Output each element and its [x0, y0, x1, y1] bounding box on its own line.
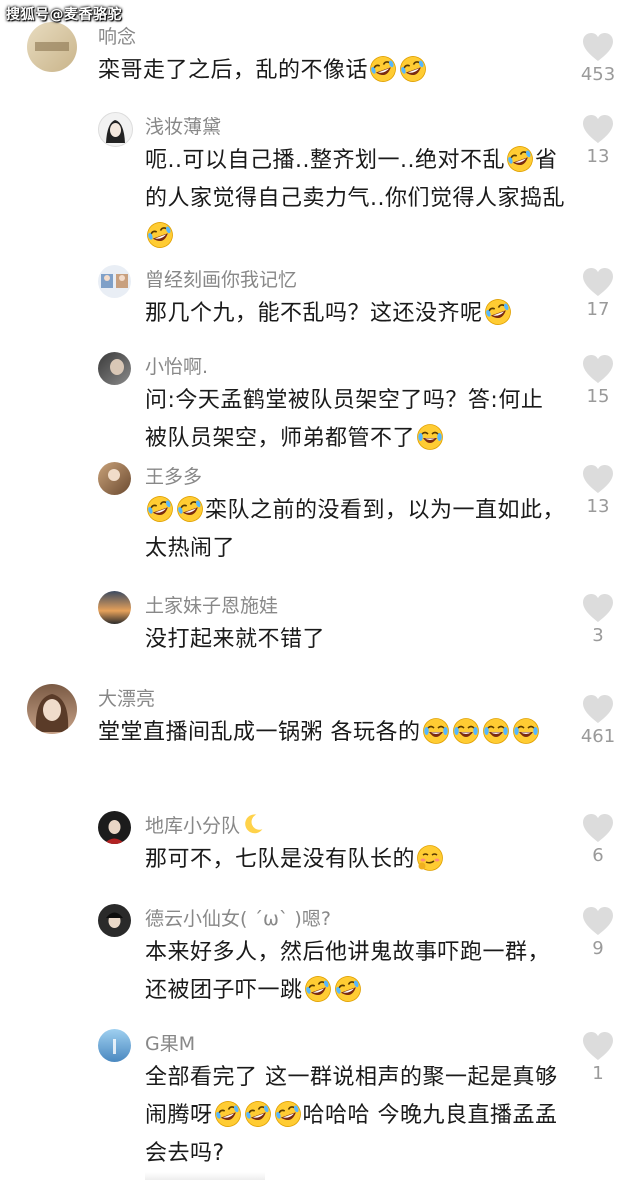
like-count: 13	[586, 146, 610, 167]
avatar[interactable]	[27, 684, 77, 734]
avatar[interactable]	[98, 904, 131, 937]
comment-text: 本来好多人，然后他讲鬼故事吓跑一群，还被团子吓一跳	[145, 934, 565, 1010]
rofl-emoji	[399, 55, 427, 83]
heart-icon	[581, 267, 615, 297]
rofl-emoji	[506, 145, 534, 173]
avatar[interactable]	[98, 1029, 131, 1062]
heart-icon	[581, 114, 615, 144]
like-button[interactable]: 3	[580, 593, 616, 646]
comment-text: 全部看完了 这一群说相声的聚一起是真够闹腾呀 哈哈哈 今晚九良直播孟孟会去吗?	[145, 1065, 558, 1166]
like-button[interactable]: 17	[580, 267, 616, 320]
comment-author-name[interactable]: 响念	[98, 22, 136, 49]
rofl-emoji	[244, 1100, 272, 1128]
heart-icon	[581, 1031, 615, 1061]
like-button[interactable]: 453	[580, 32, 616, 85]
rofl-emoji	[146, 495, 174, 523]
like-count: 3	[592, 625, 604, 646]
rofl-emoji	[484, 298, 512, 326]
joy-tears-emoji	[452, 717, 480, 745]
comment-text: 堂堂直播间乱成一锅粥 各玩各的	[98, 714, 568, 752]
heart-icon	[581, 32, 615, 62]
like-count: 13	[586, 496, 610, 517]
rofl-emoji	[146, 221, 174, 249]
like-count: 461	[580, 726, 616, 747]
like-button[interactable]: 13	[580, 464, 616, 517]
watermark-text: 搜狐号@麦香骆驼	[6, 7, 122, 23]
heart-icon	[581, 813, 615, 843]
joy-tears-emoji	[416, 423, 444, 451]
comment-text: 那几个九，能不乱吗？这还没齐呢	[145, 295, 565, 333]
comment-author-name[interactable]: G果M	[145, 1029, 195, 1056]
comment-author-name[interactable]: 大漂亮	[98, 684, 155, 711]
like-count: 17	[586, 299, 610, 320]
joy-tears-emoji	[512, 717, 540, 745]
rofl-emoji	[274, 1100, 302, 1128]
rofl-emoji	[304, 975, 332, 1003]
comment-author-name[interactable]: 曾经刻画你我记忆	[145, 265, 297, 292]
shy-smile-emoji	[416, 844, 444, 872]
joy-tears-emoji	[422, 717, 450, 745]
heart-icon	[581, 694, 615, 724]
comment-author-name[interactable]: 土家妹子恩施娃	[145, 591, 278, 618]
like-button[interactable]: 461	[580, 694, 616, 747]
rofl-emoji	[369, 55, 397, 83]
like-button[interactable]: 13	[580, 114, 616, 167]
like-button[interactable]: 15	[580, 354, 616, 407]
comment-author-name[interactable]: 德云小仙女( ´ω` )嗯?	[145, 904, 331, 931]
rofl-emoji	[176, 495, 204, 523]
rofl-emoji	[214, 1100, 242, 1128]
heart-icon	[581, 464, 615, 494]
comment-text: 那可不，七队是没有队长的	[145, 841, 565, 879]
heart-icon	[581, 593, 615, 623]
like-count: 15	[586, 386, 610, 407]
rofl-emoji	[334, 975, 362, 1003]
heart-icon	[581, 354, 615, 384]
like-count: 9	[592, 938, 604, 959]
avatar[interactable]	[98, 265, 131, 298]
comment-text: 呃..可以自己播..整齐划一..绝对不乱 省的人家觉得自己卖力气..你们觉得人家捣…	[145, 142, 565, 256]
avatar[interactable]	[98, 352, 131, 385]
joy-tears-emoji	[482, 717, 510, 745]
comment-author-name[interactable]: 王多多	[145, 462, 202, 489]
comment-author-name[interactable]: 浅妆薄黛	[145, 112, 221, 139]
avatar[interactable]	[98, 591, 131, 624]
comment-text: 问:今天孟鹤堂被队员架空了吗？答:何止被队员架空，师弟都管不了	[145, 388, 544, 451]
like-count: 1	[592, 1063, 604, 1084]
like-button[interactable]: 1	[580, 1031, 616, 1084]
comment-text: 栾队之前的没看到，以为一直如此，太热闹了	[145, 492, 565, 568]
avatar[interactable]	[98, 462, 131, 495]
comment-author-name[interactable]: 地库小分队	[145, 811, 266, 838]
crescent-moon-emoji	[241, 812, 265, 836]
avatar[interactable]	[27, 22, 77, 72]
comment-text: 没打起来就不错了	[145, 627, 326, 652]
avatar[interactable]	[98, 811, 131, 844]
like-count: 453	[580, 64, 616, 85]
like-button[interactable]: 9	[580, 906, 616, 959]
avatar[interactable]	[98, 112, 133, 147]
comment-text: 栾哥走了之后，乱的不像话	[98, 52, 568, 90]
like-count: 6	[592, 845, 604, 866]
comment-author-name[interactable]: 小怡啊.	[145, 352, 208, 379]
heart-icon	[581, 906, 615, 936]
cut-off-edge	[145, 1172, 265, 1180]
like-button[interactable]: 6	[580, 813, 616, 866]
